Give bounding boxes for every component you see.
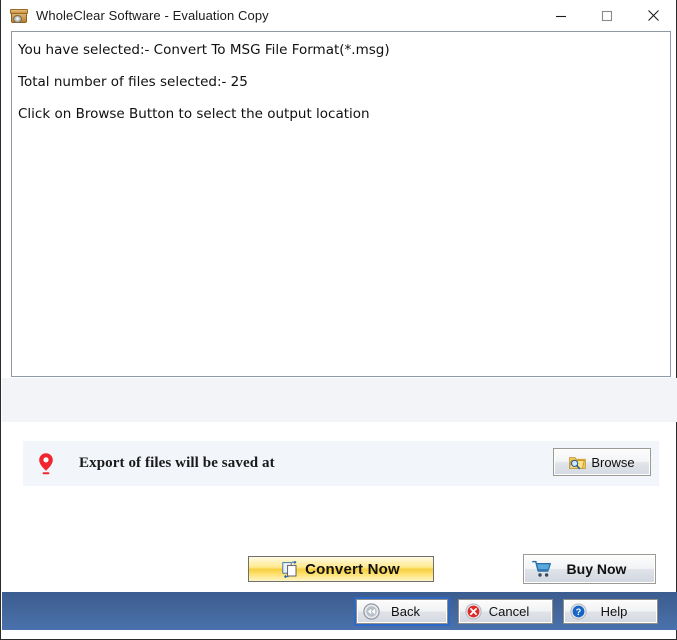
maximize-icon[interactable]: [584, 0, 630, 31]
cancel-button-label: Cancel: [488, 604, 530, 619]
buy-now-button[interactable]: Buy Now: [523, 554, 656, 584]
help-button[interactable]: ? Help: [563, 599, 658, 624]
export-location-panel: Export of files will be saved at Browse: [23, 441, 659, 486]
browse-button-label: Browse: [591, 454, 635, 470]
folder-search-icon: [569, 456, 586, 469]
shopping-cart-icon: [532, 560, 551, 577]
browse-hint-line: Click on Browse Button to select the out…: [18, 106, 370, 122]
convert-now-label: Convert Now: [305, 560, 400, 578]
window-title: WholeClear Software - Evaluation Copy: [36, 8, 269, 23]
help-button-label: Help: [600, 604, 628, 619]
help-circle-icon: ?: [570, 603, 587, 620]
convert-now-button[interactable]: Convert Now: [248, 556, 434, 582]
browse-button[interactable]: Browse: [553, 448, 651, 476]
back-button[interactable]: Back: [354, 597, 450, 626]
cancel-circle-icon: [465, 603, 482, 620]
file-count-line: Total number of files selected:- 25: [18, 74, 248, 90]
buy-now-label: Buy Now: [566, 561, 627, 577]
window-controls: [538, 0, 676, 31]
svg-text:?: ?: [576, 607, 582, 617]
mid-separator: [2, 378, 677, 422]
cancel-button[interactable]: Cancel: [458, 599, 553, 624]
back-button-label: Back: [391, 604, 420, 619]
close-icon[interactable]: [630, 0, 676, 31]
selected-format-line: You have selected:- Convert To MSG File …: [18, 42, 390, 58]
location-pin-icon: [37, 452, 55, 476]
title-bar: WholeClear Software - Evaluation Copy: [1, 0, 676, 31]
export-location-label: Export of files will be saved at: [79, 455, 275, 471]
convert-pages-icon: [282, 560, 297, 578]
minimize-icon[interactable]: [538, 0, 584, 31]
app-archive-icon: [10, 7, 28, 25]
status-text-area: You have selected:- Convert To MSG File …: [11, 31, 671, 377]
application-window: WholeClear Software - Evaluation Copy Yo…: [0, 0, 677, 640]
rewind-circle-icon: [363, 603, 380, 620]
